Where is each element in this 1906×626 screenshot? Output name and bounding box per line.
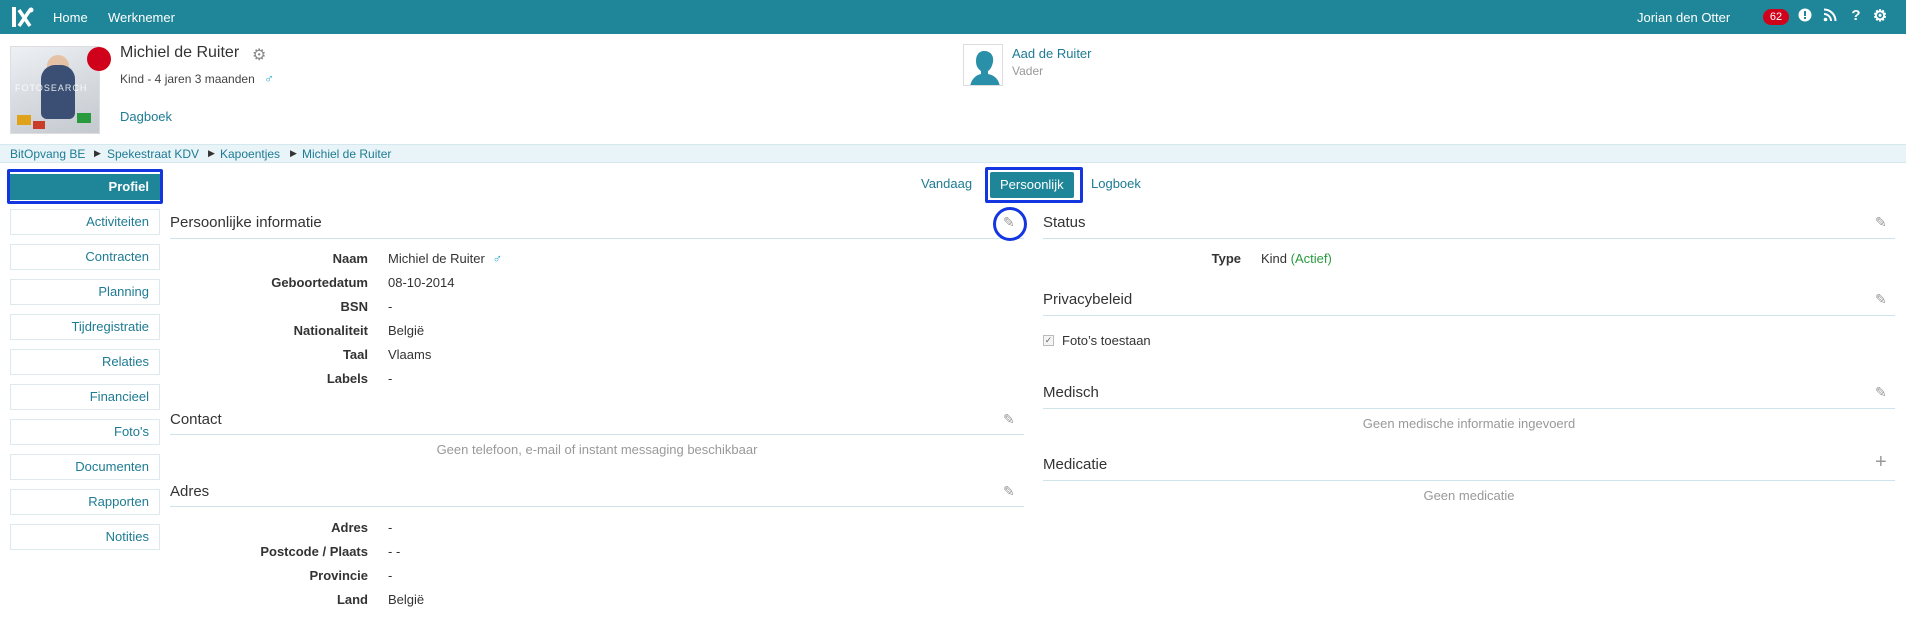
field-value: -: [388, 520, 393, 535]
field-value: - -: [388, 544, 401, 559]
status-type: Kind: [1261, 251, 1288, 266]
nav-werknemer[interactable]: Werknemer: [108, 10, 175, 25]
tab-vandaag[interactable]: Vandaag: [921, 176, 972, 191]
highlight-box: [985, 167, 1083, 203]
field-value: Vlaams: [388, 347, 432, 362]
toy-block: [33, 121, 45, 129]
sidebar-item-fotos[interactable]: Foto's: [10, 419, 160, 445]
breadcrumb-separator-icon: ▶: [290, 148, 297, 158]
child-settings-gear-icon[interactable]: ⚙: [252, 45, 266, 65]
top-bar: Home Werknemer Jorian den Otter 62 ? ⚙: [0, 0, 1906, 34]
toy-block: [17, 115, 31, 125]
name-value: Michiel de Ruiter: [388, 251, 485, 266]
person-silhouette-icon: [970, 51, 1000, 85]
field-label: Taal: [342, 347, 368, 362]
photo-consent-checkbox[interactable]: ✓: [1043, 335, 1054, 346]
section-divider: [170, 506, 1024, 507]
field-value: België: [388, 323, 425, 338]
sidebar-item-tijdregistratie[interactable]: Tijdregistratie: [10, 314, 160, 340]
section-divider: [1043, 238, 1895, 239]
field-value: Kind (Actief): [1261, 251, 1332, 266]
sidebar-item-contracten[interactable]: Contracten: [10, 244, 160, 270]
sidebar-item-financieel[interactable]: Financieel: [10, 384, 160, 410]
field-value: -: [388, 371, 393, 386]
field-label: Adres: [331, 520, 368, 535]
edit-pencil-icon[interactable]: ✎: [1003, 483, 1015, 500]
tab-logboek[interactable]: Logboek: [1091, 176, 1141, 191]
breadcrumb-item[interactable]: Kapoentjes: [220, 147, 280, 161]
edit-pencil-icon[interactable]: ✎: [1875, 384, 1887, 401]
field-label: BSN: [340, 299, 368, 314]
section-divider: [170, 434, 1024, 435]
edit-pencil-icon[interactable]: ✎: [1003, 411, 1015, 428]
field-label: Type: [1211, 251, 1241, 266]
breadcrumb-item[interactable]: Michiel de Ruiter: [302, 147, 391, 161]
field-value: Michiel de Ruiter ♂: [388, 251, 502, 266]
male-icon: ♂: [492, 251, 503, 266]
medical-empty-message: Geen medische informatie ingevoerd: [1362, 416, 1576, 431]
toy-block: [77, 113, 91, 123]
sidebar-item-rapporten[interactable]: Rapporten: [10, 489, 160, 515]
section-title-personal: Persoonlijke informatie: [170, 214, 322, 231]
field-value: -: [388, 299, 393, 314]
child-age: Kind - 4 jaren 3 maanden: [120, 72, 255, 86]
status-indicator: [87, 47, 111, 71]
sidebar-item-activiteiten[interactable]: Activiteiten: [10, 209, 160, 235]
gear-icon[interactable]: ⚙: [1872, 6, 1888, 25]
field-label: Nationaliteit: [293, 323, 368, 338]
dagboek-link[interactable]: Dagboek: [120, 109, 172, 124]
field-value: België: [388, 592, 425, 607]
section-title-status: Status: [1043, 214, 1086, 231]
edit-pencil-icon[interactable]: ✎: [1875, 214, 1887, 231]
info-icon[interactable]: [1797, 8, 1813, 24]
section-divider: [1043, 315, 1895, 316]
sidebar-item-planning[interactable]: Planning: [10, 279, 160, 305]
section-divider: [1043, 408, 1895, 409]
section-title-address: Adres: [170, 483, 210, 500]
section-title-privacy: Privacybeleid: [1043, 291, 1133, 308]
section-divider: [1043, 480, 1895, 481]
sidebar-item-documenten[interactable]: Documenten: [10, 454, 160, 480]
breadcrumb-separator-icon: ▶: [208, 148, 215, 158]
notification-badge[interactable]: 62: [1763, 9, 1789, 25]
field-label: Provincie: [309, 568, 368, 583]
contact-empty-message: Geen telefoon, e-mail of instant messagi…: [436, 442, 758, 457]
section-title-medical: Medisch: [1043, 384, 1099, 401]
user-name[interactable]: Jorian den Otter: [1637, 10, 1730, 25]
medication-empty-message: Geen medicatie: [1423, 488, 1515, 503]
rss-icon[interactable]: [1822, 8, 1838, 24]
section-divider: [170, 238, 1024, 239]
breadcrumb: BitOpvang BE ▶ Spekestraat KDV ▶ Kapoent…: [0, 144, 1906, 163]
section-title-contact: Contact: [170, 411, 222, 428]
status-active: (Actief): [1290, 251, 1332, 266]
photo-consent-label: Foto’s toestaan: [1062, 333, 1151, 348]
highlight-circle: [993, 207, 1027, 241]
parent-name-link[interactable]: Aad de Ruiter: [1012, 46, 1092, 61]
app-logo-icon[interactable]: [10, 4, 36, 30]
nav-home[interactable]: Home: [53, 10, 88, 25]
field-label: Postcode / Plaats: [260, 544, 368, 559]
male-icon: ♂: [264, 71, 274, 86]
breadcrumb-item[interactable]: BitOpvang BE: [10, 147, 85, 161]
sidebar-item-relaties[interactable]: Relaties: [10, 349, 160, 375]
field-value: -: [388, 568, 393, 583]
parent-role: Vader: [1012, 64, 1044, 78]
field-label: Geboortedatum: [271, 275, 368, 290]
field-label: Labels: [326, 371, 368, 386]
breadcrumb-separator-icon: ▶: [94, 148, 101, 158]
parent-avatar[interactable]: [963, 44, 1003, 86]
help-icon[interactable]: ?: [1848, 7, 1864, 24]
child-name: Michiel de Ruiter: [120, 44, 240, 61]
field-label: Land: [336, 592, 368, 607]
field-label: Naam: [332, 251, 368, 266]
add-medication-plus-icon[interactable]: +: [1875, 451, 1887, 474]
breadcrumb-item[interactable]: Spekestraat KDV: [107, 147, 199, 161]
highlight-box: [7, 169, 163, 204]
section-title-medication: Medicatie: [1043, 456, 1108, 473]
edit-pencil-icon[interactable]: ✎: [1875, 291, 1887, 308]
child-subtitle: Kind - 4 jaren 3 maanden ♂: [120, 71, 274, 86]
sidebar-item-notities[interactable]: Notities: [10, 524, 160, 550]
field-value: 08-10-2014: [388, 275, 455, 290]
photo-watermark: FOTOSEARCH: [15, 83, 88, 93]
